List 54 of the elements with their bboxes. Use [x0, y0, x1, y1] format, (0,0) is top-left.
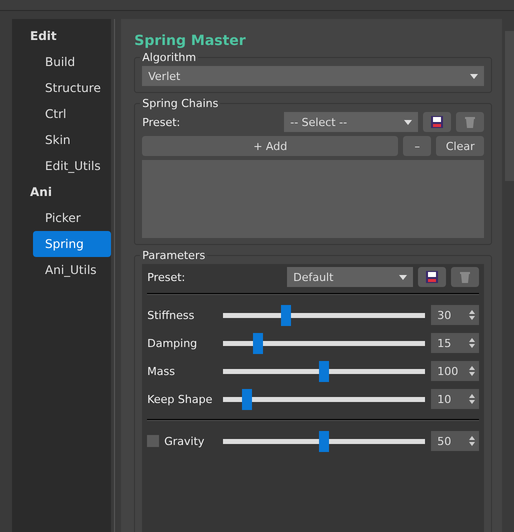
number-spinner[interactable]: 30: [431, 305, 480, 325]
slider-label: Keep Shape: [147, 392, 214, 406]
save-button[interactable]: [423, 112, 452, 132]
sidebar-group-label: Ani: [29, 184, 53, 201]
caret-icon: [399, 274, 408, 280]
sidebar-item[interactable]: Picker: [33, 205, 112, 231]
slider-thumb[interactable]: [280, 304, 291, 326]
group-label: Spring Chains: [140, 97, 220, 110]
slider-label: Damping: [147, 336, 198, 350]
slider-label: Gravity: [164, 434, 206, 448]
sidebar-item[interactable]: Spring: [33, 231, 112, 257]
algorithm-dropdown[interactable]: Verlet: [142, 66, 484, 86]
save-icon: [426, 271, 438, 283]
number-spinner[interactable]: 10: [431, 389, 480, 409]
delete-button[interactable]: [451, 267, 480, 287]
gravity-checkbox[interactable]: [147, 435, 160, 447]
slider-thumb[interactable]: [319, 360, 330, 382]
preset-dropdown[interactable]: Default: [287, 267, 414, 287]
sidebar-item[interactable]: Build: [33, 49, 112, 75]
remove-button[interactable]: –: [403, 136, 432, 156]
sidebar-group-label: Edit: [29, 28, 58, 45]
spinner-arrows-icon: [469, 338, 476, 348]
sidebar-item[interactable]: Ctrl: [33, 101, 112, 127]
number-spinner[interactable]: 15: [431, 333, 480, 353]
slider-label: Mass: [147, 364, 176, 378]
add-button[interactable]: + Add: [142, 136, 398, 156]
sidebar-item[interactable]: Edit_Utils: [33, 153, 112, 179]
sidebar-item[interactable]: Skin: [33, 127, 112, 153]
sidebar-item[interactable]: Ani_Utils: [33, 257, 112, 283]
preset-dropdown[interactable]: -- Select --: [284, 112, 418, 132]
number-spinner[interactable]: 50: [431, 431, 480, 451]
sidebar-item[interactable]: Structure: [33, 75, 112, 101]
caret-icon: [470, 74, 478, 78]
slider-thumb[interactable]: [252, 332, 263, 354]
spinner-arrows-icon: [469, 310, 476, 320]
delete-button[interactable]: [456, 112, 484, 132]
preset-label: Preset:: [147, 270, 186, 284]
preset-label: Preset:: [142, 116, 182, 128]
number-spinner[interactable]: 100: [431, 361, 480, 381]
group-label: Algorithm: [140, 51, 198, 64]
slider-thumb[interactable]: [242, 388, 252, 410]
spinner-arrows-icon: [469, 436, 476, 446]
group-label: Parameters: [140, 249, 208, 262]
trash-icon: [464, 116, 476, 128]
save-button[interactable]: [418, 267, 446, 287]
save-icon: [431, 116, 444, 128]
clear-button[interactable]: Clear: [436, 136, 484, 156]
slider-label: Stiffness: [147, 308, 196, 322]
slider-thumb[interactable]: [319, 430, 330, 452]
panel-title: Spring Master: [134, 33, 247, 49]
caret-icon: [404, 120, 412, 124]
spinner-arrows-icon: [469, 394, 476, 404]
spinner-arrows-icon: [469, 366, 476, 376]
trash-icon: [459, 271, 472, 283]
